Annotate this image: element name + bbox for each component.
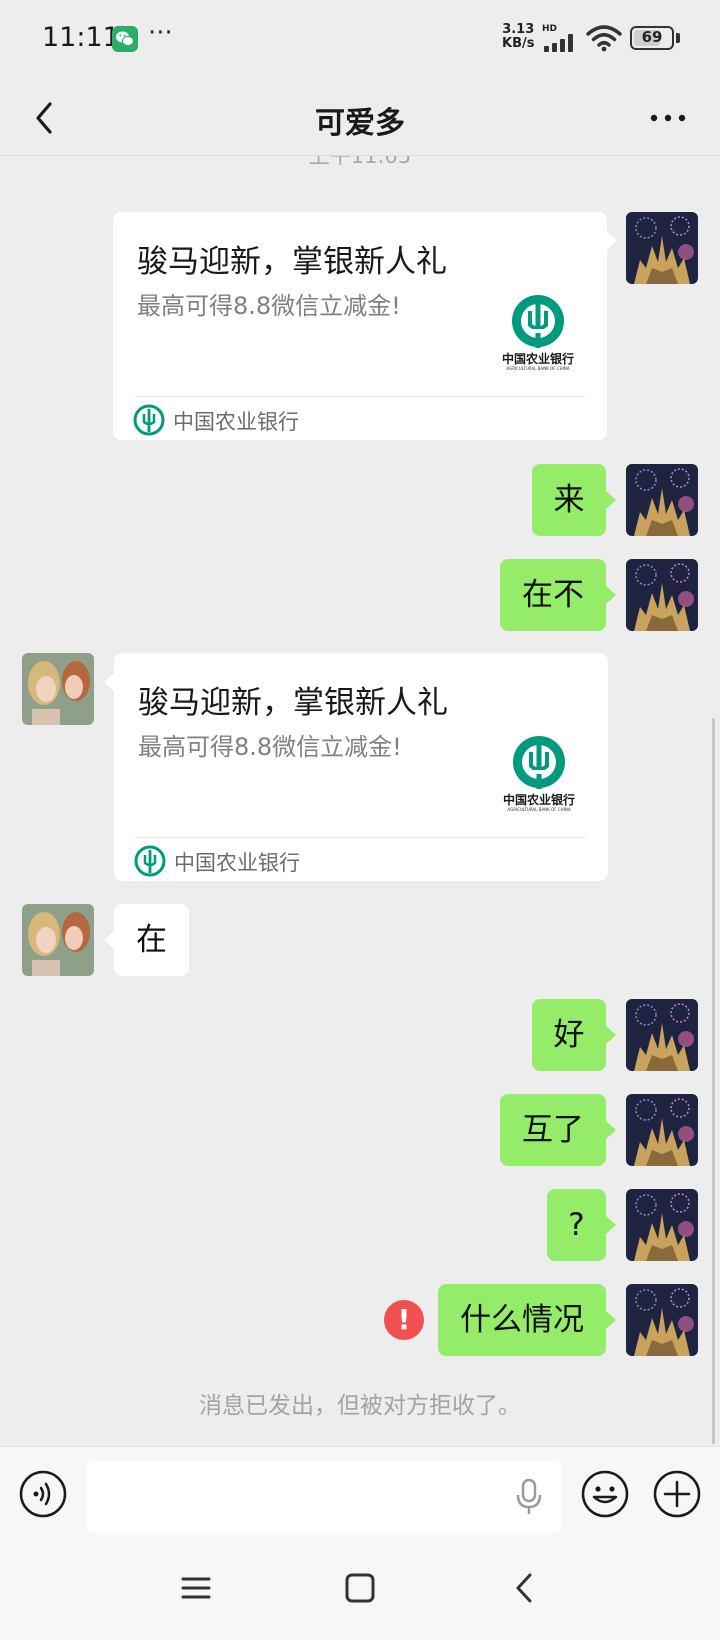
my-avatar[interactable] xyxy=(626,1284,698,1356)
voice-input-button[interactable] xyxy=(18,1469,68,1519)
menu-icon xyxy=(181,1577,211,1599)
bubble-tail xyxy=(606,491,616,509)
castle-fireworks-avatar-image xyxy=(626,559,698,631)
two-women-avatar-image xyxy=(22,653,94,725)
wechat-notification-icon xyxy=(112,26,138,52)
nav-back-icon xyxy=(516,1573,532,1603)
card-source: 中国农业银行 xyxy=(173,410,299,434)
logo-en-text: AGRICULTURAL BANK OF CHINA xyxy=(507,807,571,812)
input-bar xyxy=(0,1446,720,1538)
system-back-button[interactable] xyxy=(494,1558,554,1618)
my-avatar[interactable] xyxy=(626,1094,698,1166)
logo-en-text: AGRICULTURAL BANK OF CHINA xyxy=(506,366,570,371)
status-bar: 11:11 ··· 3.13 KB/s HD 69 xyxy=(0,0,720,80)
castle-fireworks-avatar-image xyxy=(626,464,698,536)
scrollbar[interactable] xyxy=(712,718,715,1444)
more-functions-button[interactable] xyxy=(652,1469,702,1519)
bubble-tail xyxy=(606,1216,616,1234)
my-text-message[interactable]: 互了 xyxy=(500,1094,606,1166)
more-button[interactable] xyxy=(640,90,696,146)
battery-tip xyxy=(676,33,680,43)
my-avatar[interactable] xyxy=(626,999,698,1071)
contact-text-message[interactable]: 在 xyxy=(114,904,189,976)
system-navigation-bar xyxy=(0,1538,720,1640)
recent-apps-button[interactable] xyxy=(166,1558,226,1618)
more-notifications-icon: ··· xyxy=(148,18,173,48)
emoji-icon xyxy=(581,1470,629,1518)
chat-title: 可爱多 xyxy=(315,106,405,141)
card-divider xyxy=(136,837,586,838)
logo-cn-text: 中国农业银行 xyxy=(502,793,575,807)
link-card-message[interactable]: 骏马迎新，掌银新人礼 最高可得8.8微信立减金! 中国农业银行 AGRICULT… xyxy=(113,212,607,440)
battery-icon: 69 xyxy=(630,26,674,50)
bubble-tail xyxy=(606,1121,616,1139)
my-text-message[interactable]: 好 xyxy=(532,999,606,1071)
bubble-tail xyxy=(606,586,616,604)
two-women-avatar-image xyxy=(22,904,94,976)
my-text-message[interactable]: ? xyxy=(547,1189,606,1261)
hd-badge: HD xyxy=(542,24,558,34)
castle-fireworks-avatar-image xyxy=(626,1284,698,1356)
abc-bank-small-icon xyxy=(133,404,165,436)
more-icon xyxy=(650,114,686,122)
abc-bank-small-icon xyxy=(134,845,166,877)
message-input[interactable] xyxy=(86,1461,562,1533)
my-text-message[interactable]: 来 xyxy=(532,464,606,536)
abc-bank-logo: 中国农业银行 AGRICULTURAL BANK OF CHINA xyxy=(490,733,588,819)
card-description: 最高可得8.8微信立减金! xyxy=(138,733,402,761)
send-failed-icon[interactable]: ! xyxy=(384,1300,424,1340)
voice-icon xyxy=(19,1470,67,1518)
bubble-tail xyxy=(104,931,114,949)
chat-header: 可爱多 xyxy=(0,80,720,156)
card-description: 最高可得8.8微信立减金! xyxy=(137,292,401,320)
bubble-tail xyxy=(607,232,617,250)
wifi-icon xyxy=(586,25,622,52)
battery-level: 69 xyxy=(641,28,663,46)
network-speed: 3.13 KB/s xyxy=(502,22,535,51)
logo-cn-text: 中国农业银行 xyxy=(501,352,574,366)
abc-bank-logo: 中国农业银行 AGRICULTURAL BANK OF CHINA xyxy=(489,292,587,378)
castle-fireworks-avatar-image xyxy=(626,1189,698,1261)
card-title: 骏马迎新，掌银新人礼 xyxy=(138,685,448,721)
castle-fireworks-avatar-image xyxy=(626,212,698,284)
contact-avatar[interactable] xyxy=(22,653,94,725)
my-avatar[interactable] xyxy=(626,1189,698,1261)
my-text-message[interactable]: 在不 xyxy=(500,559,606,631)
link-card-message[interactable]: 骏马迎新，掌银新人礼 最高可得8.8微信立减金! 中国农业银行 AGRICULT… xyxy=(114,653,608,881)
bubble-tail xyxy=(606,1311,616,1329)
my-text-message[interactable]: 什么情况 xyxy=(438,1284,606,1356)
my-avatar[interactable] xyxy=(626,464,698,536)
plus-icon xyxy=(653,1470,701,1518)
chat-message-list[interactable]: 上午11:05 骏马迎新，掌银新人礼 最高可得8.8微信立减金! 中国农业银行 … xyxy=(0,156,720,1446)
home-button[interactable] xyxy=(330,1558,390,1618)
castle-fireworks-avatar-image xyxy=(626,999,698,1071)
contact-avatar[interactable] xyxy=(22,904,94,976)
mic-icon xyxy=(516,1478,542,1514)
bubble-tail xyxy=(606,1026,616,1044)
system-notice: 消息已发出，但被对方拒收了。 xyxy=(199,1393,521,1419)
home-icon xyxy=(345,1573,375,1603)
signal-icon xyxy=(544,34,573,52)
card-source: 中国农业银行 xyxy=(174,851,300,875)
voice-to-text-button[interactable] xyxy=(514,1477,544,1517)
my-avatar[interactable] xyxy=(626,559,698,631)
my-avatar[interactable] xyxy=(626,212,698,284)
castle-fireworks-avatar-image xyxy=(626,1094,698,1166)
card-divider xyxy=(135,396,585,397)
card-title: 骏马迎新，掌银新人礼 xyxy=(137,244,447,280)
message-timestamp: 上午11:05 xyxy=(308,156,412,168)
status-time: 11:11 xyxy=(42,22,120,53)
emoji-button[interactable] xyxy=(580,1469,630,1519)
bubble-tail xyxy=(104,673,114,691)
